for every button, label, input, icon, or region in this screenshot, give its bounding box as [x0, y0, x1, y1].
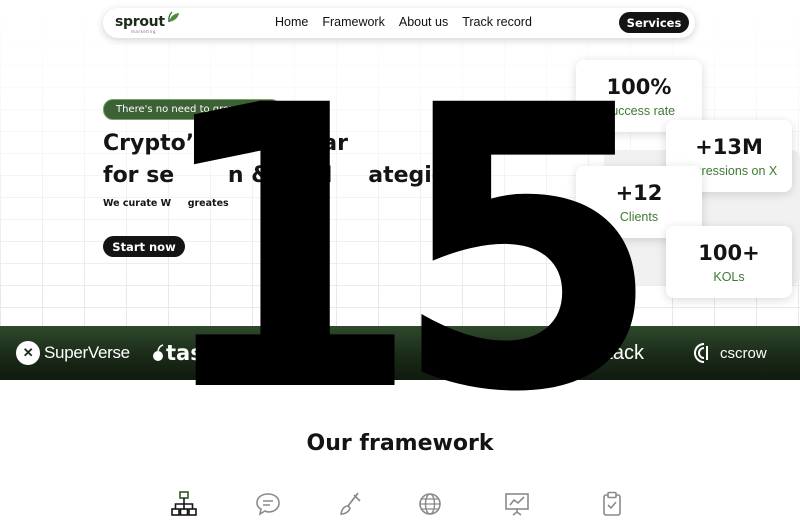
sprout-logo[interactable]: sprout marketing [115, 11, 181, 34]
hero-title: Crypto’s um mar for se n & GTM ategies [103, 128, 563, 192]
claystack-text: ClayStack [554, 341, 645, 364]
hierarchy-icon[interactable] [170, 490, 198, 518]
cscrow-text: cscrow [720, 344, 767, 362]
stat-value: 100+ [698, 240, 760, 265]
hero-title-line1: Crypto’s um mar [103, 131, 348, 156]
top-navbar: sprout marketing Home Framework About us… [103, 8, 695, 38]
claystack-logo: ClayStack [554, 326, 644, 380]
cscrow-mark-icon [694, 343, 708, 363]
stat-label: Success rate [602, 103, 676, 118]
nav-about[interactable]: About us [399, 15, 448, 29]
leaf-icon [286, 200, 296, 208]
nav-track-record[interactable]: Track record [462, 15, 532, 29]
stat-card-kols: 100+ KOLs [666, 226, 792, 298]
framework-title: Our framework [306, 431, 494, 456]
chat-icon[interactable] [254, 490, 282, 518]
cscrow-logo: cscrow [693, 326, 767, 380]
hero-subtitle: We curate W greates ties [103, 198, 298, 209]
clipboard-icon[interactable] [598, 490, 626, 518]
partial-brand-logo: oto [272, 326, 307, 380]
stat-value: +12 [615, 180, 663, 205]
superverse-mark-icon: ✕ [16, 341, 40, 365]
logo-subtext: marketing [131, 29, 156, 34]
partial-brand-text: oto [272, 342, 308, 364]
stat-label: Clients [619, 209, 659, 224]
tagline-pill: There's no need to grow alone [103, 99, 281, 120]
hero-subtitle-text: We curate W greates ties [103, 198, 282, 209]
nav-framework[interactable]: Framework [322, 15, 385, 29]
chart-board-icon[interactable] [503, 490, 531, 518]
green-brand-text: GREE [455, 343, 502, 363]
superverse-logo: ✕ SuperVerse [16, 326, 130, 380]
superverse-text: SuperVerse [44, 343, 130, 362]
services-button[interactable]: Services [619, 12, 689, 33]
hero-title-line2-end: ategies [368, 163, 460, 188]
brush-icon[interactable] [336, 490, 364, 518]
client-logo-band: ✕ SuperVerse tasty oto GREE ClayStack cs… [0, 326, 800, 380]
start-now-button[interactable]: Start now [103, 236, 185, 257]
stat-label: KOLs [713, 269, 745, 284]
cherry-icon [153, 344, 164, 361]
stat-value: 100% [606, 74, 672, 99]
green-brand-logo: GREE [455, 326, 502, 380]
stat-value: +13M [695, 134, 763, 159]
tasty-logo: tasty [152, 326, 226, 380]
leaf-icon [167, 11, 179, 23]
globe-icon[interactable] [416, 490, 444, 518]
logo-text: sprout [115, 14, 165, 30]
tasty-text: tasty [166, 341, 227, 365]
waveform-logo-icon [340, 326, 360, 380]
nav-home[interactable]: Home [275, 15, 308, 29]
hero-title-line2: for se n & GTM [103, 163, 333, 188]
